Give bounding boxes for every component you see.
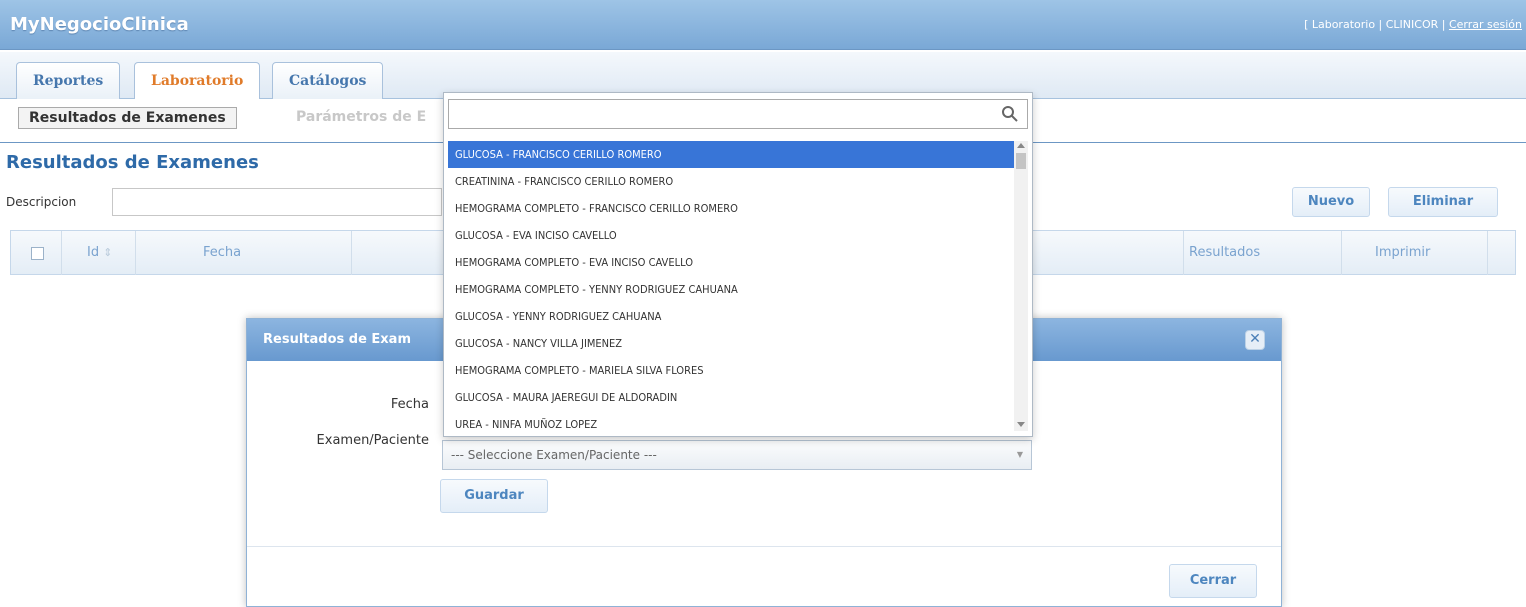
dropdown-option[interactable]: GLUCOSA - EVA INCISO CAVELLO [448, 222, 1014, 249]
column-id-label: Id [87, 245, 100, 260]
app-title: MyNegocioClinica [10, 14, 189, 35]
column-separator [1487, 231, 1488, 275]
column-resultados[interactable]: Resultados [1189, 245, 1260, 260]
dropdown-search-input[interactable] [453, 101, 993, 127]
close-icon[interactable]: ✕ [1245, 330, 1265, 350]
tab-reportes[interactable]: Reportes [16, 62, 121, 99]
subtab-resultados[interactable]: Resultados de Examenes [18, 107, 237, 129]
header-links: [ Laboratorio | CLINICOR | Cerrar sesión [1304, 18, 1522, 31]
column-imprimir[interactable]: Imprimir [1375, 245, 1430, 260]
scroll-thumb[interactable] [1016, 153, 1026, 169]
close-button[interactable]: Cerrar [1169, 564, 1257, 598]
dropdown-option[interactable]: HEMOGRAMA COMPLETO - YENNY RODRIGUEZ CAH… [448, 276, 1014, 303]
column-separator [61, 231, 62, 275]
dialog-divider [247, 546, 1281, 547]
header-context: [ Laboratorio | CLINICOR | [1304, 18, 1449, 31]
dropdown-option[interactable]: HEMOGRAMA COMPLETO - MARIELA SILVA FLORE… [448, 357, 1014, 384]
save-button[interactable]: Guardar [440, 479, 548, 513]
select-placeholder: --- Seleccione Examen/Paciente --- [451, 448, 657, 462]
scroll-down-icon[interactable] [1017, 422, 1025, 427]
sort-icon: ⇕ [103, 246, 113, 259]
dropdown-option[interactable]: CREATININA - FRANCISCO CERILLO ROMERO [448, 168, 1014, 195]
app-header: MyNegocioClinica [ Laboratorio | CLINICO… [0, 0, 1526, 50]
select-all-checkbox[interactable] [31, 247, 44, 260]
exam-label: Examen/Paciente [316, 433, 429, 448]
dialog-title: Resultados de Exam [263, 332, 411, 347]
logout-link[interactable]: Cerrar sesión [1449, 18, 1522, 31]
chevron-down-icon: ▼ [1016, 450, 1023, 459]
scroll-up-icon[interactable] [1017, 143, 1025, 148]
column-separator [351, 231, 352, 275]
delete-button[interactable]: Eliminar [1388, 187, 1498, 217]
dropdown-option[interactable]: HEMOGRAMA COMPLETO - FRANCISCO CERILLO R… [448, 195, 1014, 222]
search-label: Descripcion [6, 195, 77, 209]
dropdown-option[interactable]: HEMOGRAMA COMPLETO - EVA INCISO CAVELLO [448, 249, 1014, 276]
new-button[interactable]: Nuevo [1292, 187, 1370, 217]
column-separator [1341, 231, 1342, 275]
dropdown-option[interactable]: GLUCOSA - NANCY VILLA JIMENEZ [448, 330, 1014, 357]
tab-catalogos[interactable]: Catálogos [272, 62, 384, 99]
search-icon [1002, 106, 1018, 122]
column-fecha[interactable]: Fecha [203, 245, 241, 260]
exam-select[interactable]: --- Seleccione Examen/Paciente --- ▼ [442, 440, 1032, 470]
subtab-parametros[interactable]: Parámetros de E [286, 107, 436, 129]
search-input[interactable] [112, 188, 442, 216]
fecha-label: Fecha [390, 397, 429, 412]
column-separator [1183, 231, 1184, 275]
dropdown-option[interactable]: GLUCOSA - MAURA JAEREGUI DE ALDORADIN [448, 384, 1014, 411]
dropdown-option[interactable]: GLUCOSA - YENNY RODRIGUEZ CAHUANA [448, 303, 1014, 330]
column-separator [135, 231, 136, 275]
column-id[interactable]: Id ⇕ [87, 245, 112, 260]
exam-dropdown: GLUCOSA - FRANCISCO CERILLO ROMERO CREATI… [443, 92, 1033, 437]
dropdown-option[interactable]: UREA - NINFA MUÑOZ LOPEZ [448, 411, 1014, 431]
tab-laboratorio[interactable]: Laboratorio [134, 62, 261, 100]
page-title: Resultados de Examenes [6, 152, 259, 173]
dropdown-search-box[interactable] [448, 99, 1028, 129]
dropdown-list: GLUCOSA - FRANCISCO CERILLO ROMERO CREATI… [448, 141, 1014, 431]
dropdown-scrollbar[interactable] [1014, 141, 1028, 431]
dropdown-option[interactable]: GLUCOSA - FRANCISCO CERILLO ROMERO [448, 141, 1014, 168]
